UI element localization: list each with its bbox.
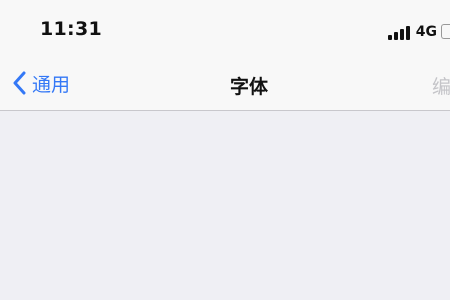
network-type: 4G [415,24,437,40]
navigation-bar: 通用 字体 编 [0,56,450,111]
status-bar: 11:31 4G [0,0,450,56]
cellular-signal-icon [387,26,410,40]
status-time: 11:31 [40,18,102,40]
screen: 11:31 4G 通用 字体 编 [0,0,450,300]
status-indicators: 4G [387,20,450,40]
edit-button[interactable]: 编 [432,72,450,99]
battery-icon [441,24,450,39]
page-title: 字体 [229,76,268,98]
content-area [0,111,450,300]
